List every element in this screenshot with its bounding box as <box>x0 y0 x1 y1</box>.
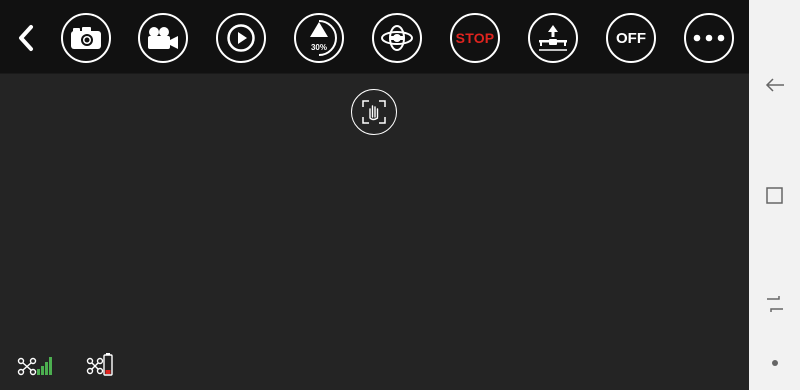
more-options-button[interactable] <box>684 13 734 63</box>
nav-home-dot-icon <box>771 360 778 366</box>
drone-signal-icon <box>17 357 52 376</box>
nav-switch-button[interactable] <box>749 284 800 324</box>
more-dots-icon <box>693 34 725 42</box>
emergency-stop-button[interactable]: STOP <box>450 13 500 63</box>
camera-icon <box>71 27 101 49</box>
video-camera-icon <box>148 27 178 49</box>
nav-recents-icon <box>765 187 783 204</box>
drone-battery-icon <box>86 353 113 376</box>
gyro-calibration-icon <box>381 25 413 51</box>
motor-off-button[interactable]: OFF <box>606 13 656 63</box>
takeoff-button[interactable] <box>528 13 578 63</box>
drone-battery-indicator <box>86 352 118 376</box>
back-button[interactable] <box>12 22 40 54</box>
gesture-recognition-icon <box>362 100 386 124</box>
gyro-calibration-button[interactable] <box>372 13 422 63</box>
nav-recents-button[interactable] <box>749 175 800 215</box>
speed-button[interactable]: 30% <box>294 13 344 63</box>
playback-button[interactable] <box>216 13 266 63</box>
take-photo-button[interactable] <box>61 13 111 63</box>
speed-gauge-icon <box>310 20 337 56</box>
nav-back-icon <box>765 78 784 92</box>
takeoff-icon <box>539 25 567 51</box>
play-icon <box>227 24 255 52</box>
off-label: OFF <box>616 29 646 47</box>
drone-control-screen: 30% STOP OFF <box>0 0 749 390</box>
nav-switch-icon <box>766 296 783 312</box>
top-toolbar: 30% STOP OFF <box>0 0 749 74</box>
nav-home-button[interactable] <box>749 343 800 383</box>
speed-value: 30% <box>310 43 327 52</box>
system-navigation-bar <box>749 0 800 390</box>
record-video-button[interactable] <box>138 13 188 63</box>
drone-signal-indicator <box>17 354 53 376</box>
nav-back-button[interactable] <box>749 65 800 105</box>
stop-label: STOP <box>455 30 495 46</box>
back-arrow-icon <box>19 25 33 51</box>
gesture-recognition-button[interactable] <box>351 89 397 135</box>
